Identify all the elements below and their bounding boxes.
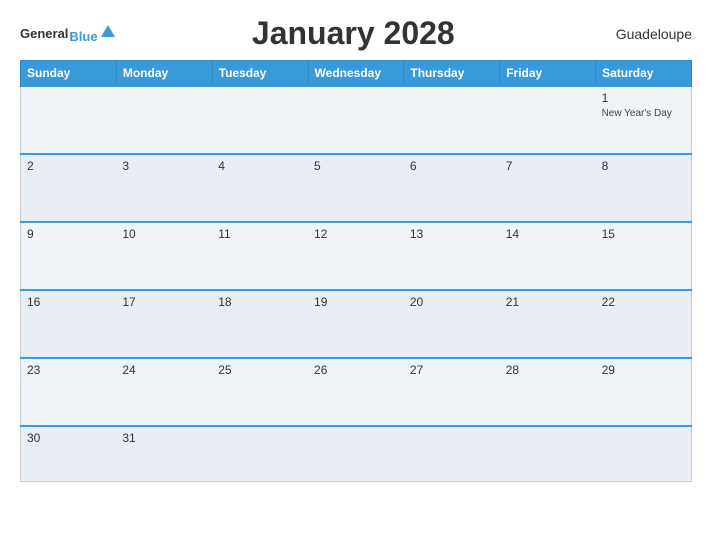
col-tuesday: Tuesday: [212, 61, 308, 87]
calendar-cell: 5: [308, 154, 404, 222]
calendar-cell: 3: [116, 154, 212, 222]
calendar-table: Sunday Monday Tuesday Wednesday Thursday…: [20, 60, 692, 482]
calendar-cell: 2: [21, 154, 117, 222]
day-number: 4: [218, 159, 302, 173]
calendar-cell: 15: [596, 222, 692, 290]
day-number: 17: [122, 295, 206, 309]
day-number: 19: [314, 295, 398, 309]
day-number: 25: [218, 363, 302, 377]
calendar-title: January 2028: [115, 15, 592, 52]
calendar-cell: 30: [21, 426, 117, 481]
calendar-cell: 10: [116, 222, 212, 290]
col-wednesday: Wednesday: [308, 61, 404, 87]
day-number: 8: [602, 159, 685, 173]
event-label: New Year's Day: [602, 107, 685, 120]
calendar-cell: 14: [500, 222, 596, 290]
calendar-cell: [308, 426, 404, 481]
week-row-6: 30 31: [21, 426, 692, 481]
calendar-cell: 9: [21, 222, 117, 290]
day-header-row: Sunday Monday Tuesday Wednesday Thursday…: [21, 61, 692, 87]
col-saturday: Saturday: [596, 61, 692, 87]
col-thursday: Thursday: [404, 61, 500, 87]
calendar-cell: [500, 426, 596, 481]
calendar-cell: 25: [212, 358, 308, 426]
day-number: 28: [506, 363, 590, 377]
day-number: 16: [27, 295, 110, 309]
day-number: 22: [602, 295, 685, 309]
calendar-cell: 29: [596, 358, 692, 426]
calendar-header: General Blue January 2028 Guadeloupe: [20, 15, 692, 52]
logo: General Blue: [20, 25, 115, 43]
day-number: 31: [122, 431, 206, 445]
col-friday: Friday: [500, 61, 596, 87]
region-label: Guadeloupe: [592, 26, 692, 42]
calendar-cell: 11: [212, 222, 308, 290]
calendar-cell: 31: [116, 426, 212, 481]
day-number: 27: [410, 363, 494, 377]
calendar-cell: 17: [116, 290, 212, 358]
day-number: 9: [27, 227, 110, 241]
day-number: 18: [218, 295, 302, 309]
calendar-page: General Blue January 2028 Guadeloupe Sun…: [0, 0, 712, 550]
col-sunday: Sunday: [21, 61, 117, 87]
calendar-cell: 19: [308, 290, 404, 358]
day-number: 7: [506, 159, 590, 173]
calendar-cell: 7: [500, 154, 596, 222]
calendar-cell: [212, 426, 308, 481]
day-number: 21: [506, 295, 590, 309]
day-number: 3: [122, 159, 206, 173]
calendar-cell: 22: [596, 290, 692, 358]
week-row-5: 23 24 25 26 27 28 29: [21, 358, 692, 426]
day-number: 30: [27, 431, 110, 445]
calendar-cell: 12: [308, 222, 404, 290]
calendar-cell: 4: [212, 154, 308, 222]
logo-triangle-icon: [101, 25, 115, 37]
day-number: 23: [27, 363, 110, 377]
calendar-cell: 1 New Year's Day: [596, 86, 692, 154]
day-number: 15: [602, 227, 685, 241]
calendar-cell: 26: [308, 358, 404, 426]
day-number: 1: [602, 91, 685, 105]
calendar-cell: 18: [212, 290, 308, 358]
calendar-cell: 8: [596, 154, 692, 222]
calendar-cell: [404, 86, 500, 154]
calendar-cell: 27: [404, 358, 500, 426]
calendar-cell: [404, 426, 500, 481]
day-number: 13: [410, 227, 494, 241]
calendar-cell: 21: [500, 290, 596, 358]
week-row-2: 2345678: [21, 154, 692, 222]
calendar-cell: 16: [21, 290, 117, 358]
calendar-cell: [21, 86, 117, 154]
day-number: 5: [314, 159, 398, 173]
calendar-cell: [500, 86, 596, 154]
day-number: 26: [314, 363, 398, 377]
calendar-cell: [308, 86, 404, 154]
logo-blue: Blue: [69, 30, 97, 43]
day-number: 11: [218, 227, 302, 241]
day-number: 12: [314, 227, 398, 241]
calendar-cell: [116, 86, 212, 154]
logo-general: General: [20, 26, 68, 41]
day-number: 20: [410, 295, 494, 309]
calendar-cell: [212, 86, 308, 154]
day-number: 2: [27, 159, 110, 173]
calendar-cell: 6: [404, 154, 500, 222]
col-monday: Monday: [116, 61, 212, 87]
day-number: 24: [122, 363, 206, 377]
week-row-3: 9 10 11 12 13 14 15: [21, 222, 692, 290]
calendar-cell: [596, 426, 692, 481]
calendar-cell: 24: [116, 358, 212, 426]
calendar-cell: 13: [404, 222, 500, 290]
calendar-cell: 28: [500, 358, 596, 426]
calendar-cell: 23: [21, 358, 117, 426]
week-row-4: 16 17 18 19 20 21 22: [21, 290, 692, 358]
day-number: 6: [410, 159, 494, 173]
day-number: 29: [602, 363, 685, 377]
calendar-cell: 20: [404, 290, 500, 358]
day-number: 10: [122, 227, 206, 241]
day-number: 14: [506, 227, 590, 241]
week-row-1: 1 New Year's Day: [21, 86, 692, 154]
